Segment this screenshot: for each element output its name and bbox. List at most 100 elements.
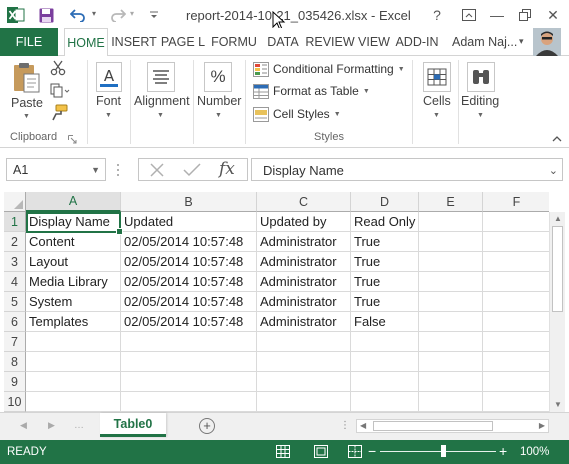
cell-c8[interactable]	[257, 352, 351, 372]
cell-f4[interactable]	[483, 272, 549, 292]
cell-c1[interactable]: Updated by	[257, 212, 351, 232]
zoom-out-button[interactable]: −	[368, 443, 376, 459]
undo-dropdown-caret[interactable]: ▾	[92, 9, 96, 18]
cell-e9[interactable]	[419, 372, 483, 392]
worksheet-grid[interactable]: A B C D E F 1 Display Name Updated Updated …	[4, 192, 549, 412]
cell-b10[interactable]	[121, 392, 257, 412]
next-sheet-icon[interactable]: ▶	[48, 420, 55, 431]
cancel-icon[interactable]	[149, 163, 165, 180]
tab-view[interactable]: VIEW	[355, 28, 393, 56]
cell-f6[interactable]	[483, 312, 549, 332]
row-header[interactable]: 4	[4, 272, 26, 292]
paste-dropdown-caret[interactable]: ▼	[23, 113, 30, 120]
cell-d10[interactable]	[351, 392, 419, 412]
cell-d8[interactable]	[351, 352, 419, 372]
close-button[interactable]: ✕	[541, 4, 565, 26]
tab-add-ins[interactable]: ADD-IN	[394, 28, 440, 56]
cell-e4[interactable]	[419, 272, 483, 292]
editing-dropdown-caret[interactable]: ▼	[477, 112, 484, 119]
alignment-button[interactable]: Alignment	[134, 94, 190, 108]
tab-review[interactable]: REVIEW	[305, 28, 354, 56]
cell-styles-button[interactable]: Cell Styles ▼	[253, 104, 341, 124]
tab-insert[interactable]: INSERT	[110, 28, 158, 56]
previous-sheet-icon[interactable]: ◀	[20, 420, 27, 431]
scroll-right-arrow-icon[interactable]: ▶	[539, 421, 545, 430]
cell-c7[interactable]	[257, 332, 351, 352]
format-painter-icon[interactable]	[50, 104, 68, 122]
normal-view-icon[interactable]	[276, 445, 290, 461]
cell-a3[interactable]: Layout	[26, 252, 121, 272]
collapse-ribbon-icon[interactable]	[552, 132, 562, 142]
avatar[interactable]	[533, 28, 561, 56]
row-header[interactable]: 10	[4, 392, 26, 412]
binoculars-icon[interactable]	[467, 62, 495, 92]
excel-logo-icon[interactable]	[6, 5, 26, 25]
cell-d2[interactable]: True	[351, 232, 419, 252]
cell-b7[interactable]	[121, 332, 257, 352]
horizontal-scroll-thumb[interactable]	[373, 421, 493, 431]
conditional-formatting-button[interactable]: Conditional Formatting ▼	[253, 59, 405, 79]
cell-e10[interactable]	[419, 392, 483, 412]
cell-a8[interactable]	[26, 352, 121, 372]
column-header-f[interactable]: F	[483, 192, 549, 212]
customize-qat-icon[interactable]	[144, 5, 164, 25]
insert-function-icon[interactable]: fx	[219, 159, 235, 179]
cell-d4[interactable]: True	[351, 272, 419, 292]
zoom-level[interactable]: 100%	[520, 446, 549, 458]
cell-c2[interactable]: Administrator	[257, 232, 351, 252]
font-button[interactable]: Font	[96, 94, 121, 108]
cell-e8[interactable]	[419, 352, 483, 372]
cell-c10[interactable]	[257, 392, 351, 412]
cell-a5[interactable]: System	[26, 292, 121, 312]
sheet-more-icon[interactable]: …	[74, 420, 84, 431]
cell-c5[interactable]: Administrator	[257, 292, 351, 312]
row-header[interactable]: 8	[4, 352, 26, 372]
cell-e2[interactable]	[419, 232, 483, 252]
cell-b3[interactable]: 02/05/2014 10:57:48	[121, 252, 257, 272]
tab-home[interactable]: HOME	[64, 28, 108, 57]
cell-b1[interactable]: Updated	[121, 212, 257, 232]
percent-icon[interactable]: %	[204, 62, 232, 92]
copy-icon[interactable]	[50, 83, 70, 99]
name-box[interactable]: A1 ▼	[6, 158, 106, 181]
scroll-down-arrow-icon[interactable]: ▼	[554, 400, 562, 409]
expand-formula-bar-icon[interactable]: ⌄	[549, 164, 558, 177]
save-icon[interactable]	[36, 5, 56, 25]
row-header[interactable]: 5	[4, 292, 26, 312]
cell-c4[interactable]: Administrator	[257, 272, 351, 292]
cell-b5[interactable]: 02/05/2014 10:57:48	[121, 292, 257, 312]
paste-icon[interactable]	[12, 62, 42, 94]
tab-formulas[interactable]: FORMU	[208, 28, 260, 56]
formula-input[interactable]: Display Name ⌄	[251, 158, 563, 181]
cell-e3[interactable]	[419, 252, 483, 272]
cell-f5[interactable]	[483, 292, 549, 312]
row-header[interactable]: 6	[4, 312, 26, 332]
column-header-b[interactable]: B	[121, 192, 257, 212]
cell-d9[interactable]	[351, 372, 419, 392]
cell-f10[interactable]	[483, 392, 549, 412]
row-header[interactable]: 9	[4, 372, 26, 392]
tab-page-layout[interactable]: PAGE L	[159, 28, 207, 56]
cell-d6[interactable]: False	[351, 312, 419, 332]
vertical-scroll-thumb[interactable]	[552, 226, 563, 312]
cell-c9[interactable]	[257, 372, 351, 392]
column-header-a[interactable]: A	[26, 192, 121, 212]
page-layout-view-icon[interactable]	[314, 445, 328, 461]
user-account-caret[interactable]: ▾	[519, 36, 524, 47]
horizontal-scrollbar[interactable]: ◀ ▶	[356, 419, 549, 433]
user-account-name[interactable]: Adam Naj...	[452, 35, 517, 49]
cell-e1[interactable]	[419, 212, 483, 232]
redo-icon[interactable]	[108, 5, 128, 25]
cell-a10[interactable]	[26, 392, 121, 412]
undo-icon[interactable]	[68, 5, 88, 25]
cell-a9[interactable]	[26, 372, 121, 392]
column-header-d[interactable]: D	[351, 192, 419, 212]
cell-f8[interactable]	[483, 352, 549, 372]
formula-bar-grip-icon[interactable]	[116, 162, 120, 178]
new-sheet-button[interactable]: +	[199, 418, 215, 434]
help-button[interactable]: ?	[425, 4, 449, 26]
alignment-icon[interactable]	[147, 62, 175, 92]
cell-e7[interactable]	[419, 332, 483, 352]
row-header[interactable]: 3	[4, 252, 26, 272]
cells-button[interactable]: Cells	[423, 94, 451, 108]
